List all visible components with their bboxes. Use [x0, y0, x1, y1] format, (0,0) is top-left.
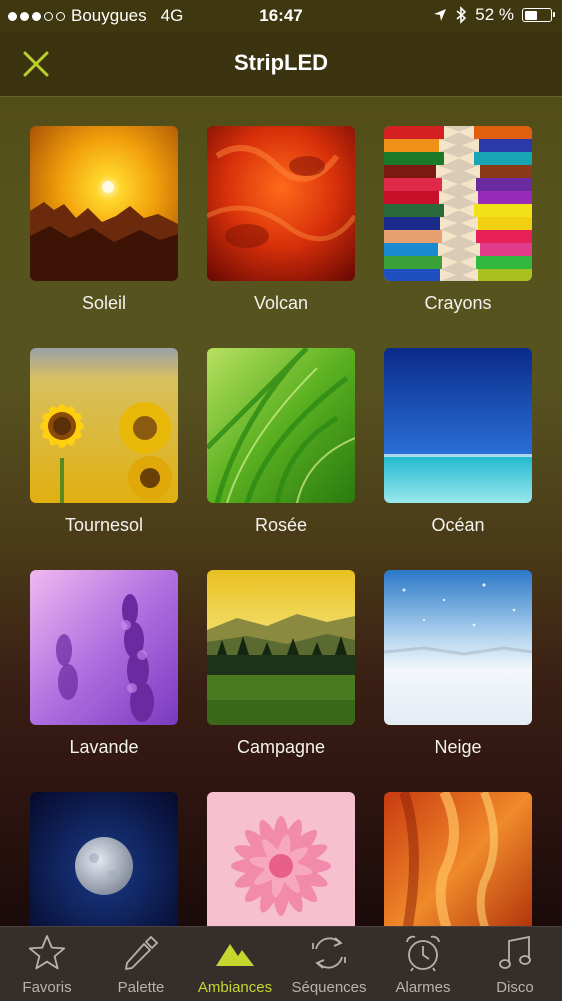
status-bar: Bouygues 4G 16:47 52 %: [0, 0, 562, 32]
ocean-horizon-image: [384, 348, 532, 503]
tab-bar: Favoris Palette Ambiances Séquences Alar…: [0, 926, 562, 1001]
ambiance-tile-volcan[interactable]: Volcan: [207, 126, 355, 314]
cycle-arrows-icon: [312, 937, 346, 969]
star-icon: [28, 935, 66, 970]
bluetooth-icon: [456, 6, 467, 24]
ambiance-tile-rosee[interactable]: Rosée: [207, 348, 355, 536]
battery-percent: 52 %: [475, 5, 514, 24]
sunflowers-image: [30, 348, 178, 503]
ambiance-label: Campagne: [236, 737, 326, 757]
location-arrow-icon: [434, 9, 447, 21]
countryside-image: [207, 570, 355, 725]
ambiance-tile-crayons[interactable]: Crayons: [384, 126, 532, 314]
ambiance-tile-fleur[interactable]: [207, 792, 355, 926]
ambiance-label: Tournesol: [64, 515, 144, 535]
moon-image: [30, 792, 178, 926]
ambiance-tile-soleil[interactable]: Soleil: [30, 126, 178, 314]
dropper-icon: [125, 935, 159, 970]
ambiance-label: Soleil: [81, 293, 127, 313]
tab-palette[interactable]: Palette: [94, 927, 188, 1001]
battery-icon: [522, 8, 555, 22]
ambiance-label: Neige: [434, 737, 482, 757]
tab-label: Disco: [496, 979, 534, 996]
tab-label: Alarmes: [395, 979, 451, 996]
tab-favoris[interactable]: Favoris: [0, 927, 94, 1001]
tab-alarmes[interactable]: Alarmes: [376, 927, 470, 1001]
mountains-icon: [216, 944, 254, 966]
ambiance-label: Océan: [431, 515, 485, 535]
ambiance-tile-campagne[interactable]: Campagne: [207, 570, 355, 758]
snow-image: [384, 570, 532, 725]
orange-canyon-image: [384, 792, 532, 926]
battery-level: [524, 10, 537, 20]
status-right: 52 %: [433, 5, 555, 25]
page-title: StripLED: [233, 50, 329, 75]
tab-disco[interactable]: Disco: [468, 927, 562, 1001]
ambiance-tile-ocean[interactable]: Océan: [384, 348, 532, 536]
colored-pencils-image: [384, 126, 532, 281]
navigation-bar: StripLED: [0, 32, 562, 97]
ambiance-label: Volcan: [253, 293, 309, 313]
music-note-icon: [499, 935, 531, 969]
dewy-grass-image: [207, 348, 355, 503]
ambiance-grid: Soleil Volcan Crayons Tournesol Rosée Oc…: [0, 96, 562, 926]
lava-red-image: [207, 126, 355, 281]
alarm-clock-icon: [406, 935, 440, 972]
ambiance-tile-tournesol[interactable]: Tournesol: [30, 348, 178, 536]
ambiance-tile-canyon[interactable]: [384, 792, 532, 926]
tab-ambiances[interactable]: Ambiances: [188, 927, 282, 1001]
tab-sequences[interactable]: Séquences: [282, 927, 376, 1001]
ambiance-tile-neige[interactable]: Neige: [384, 570, 532, 758]
ambiance-label: Crayons: [424, 293, 492, 313]
ambiance-label: Rosée: [254, 515, 308, 535]
tab-label: Séquences: [291, 979, 367, 996]
sunset-mountains-image: [30, 126, 178, 281]
ambiance-tile-lavande[interactable]: Lavande: [30, 570, 178, 758]
tab-label: Favoris: [22, 979, 72, 996]
lavender-image: [30, 570, 178, 725]
tab-label: Palette: [117, 979, 165, 996]
ambiance-tile-lune[interactable]: [30, 792, 178, 926]
pink-flower-image: [207, 792, 355, 926]
tab-label: Ambiances: [197, 979, 273, 996]
ambiance-label: Lavande: [69, 737, 139, 757]
